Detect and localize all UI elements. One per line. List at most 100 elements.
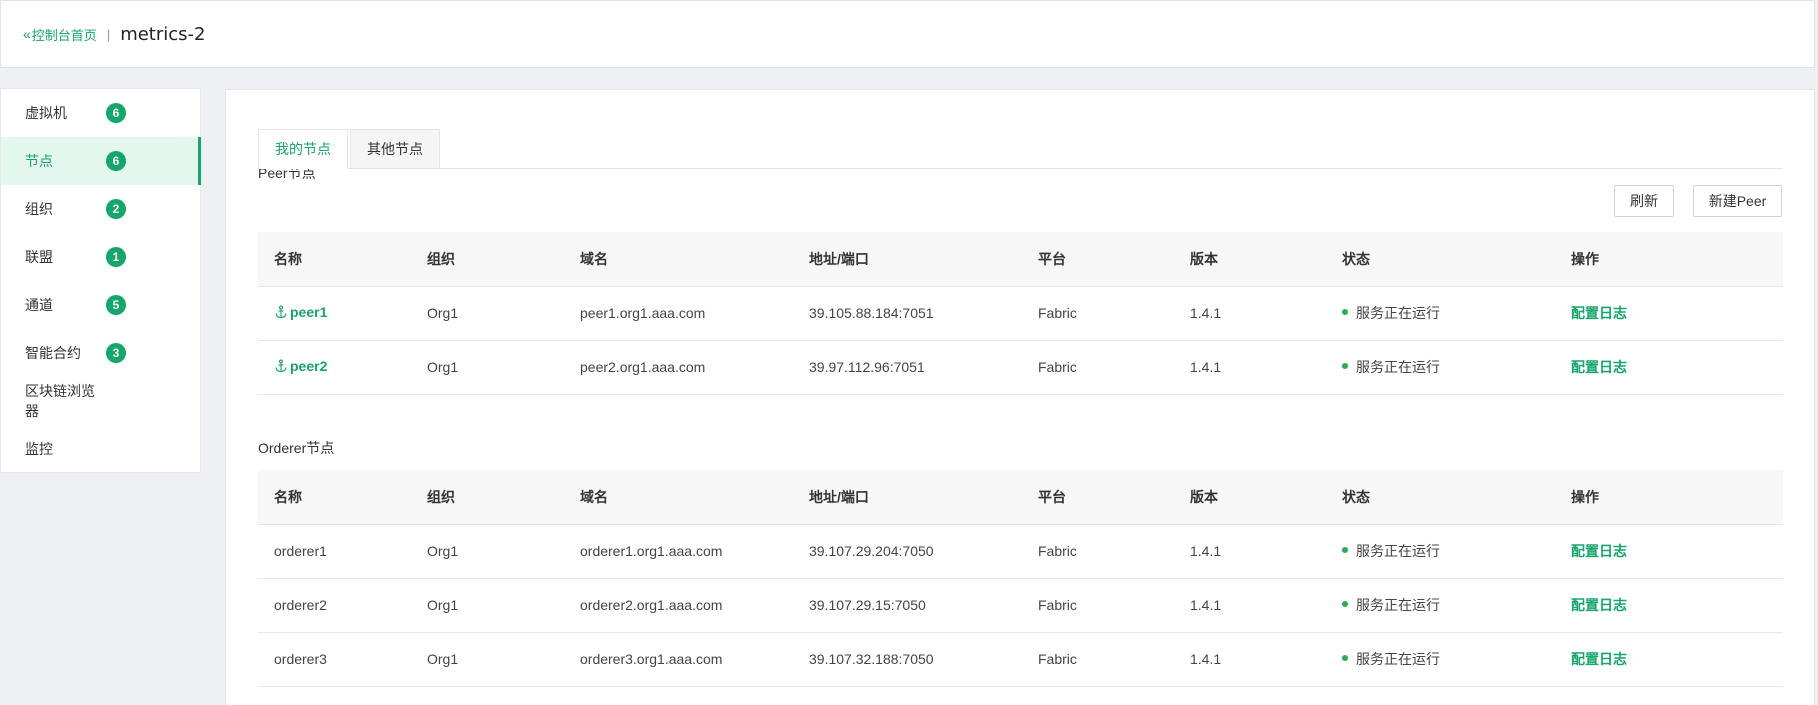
address-cell: 39.97.112.96:7051: [793, 340, 1022, 395]
column-header: 版本: [1174, 470, 1326, 525]
orderer-table: 名称 组织 域名 地址/端口 平台 版本 状态 操作 orderer1 Org1…: [258, 470, 1783, 687]
version-cell: 1.4.1: [1174, 632, 1326, 687]
sidebar-item-orgs[interactable]: 组织 2: [1, 185, 200, 233]
column-header: 平台: [1022, 470, 1174, 525]
sidebar-item-label: 组织: [25, 201, 53, 217]
column-header: 平台: [1022, 232, 1174, 287]
name-cell: orderer1: [258, 524, 411, 579]
sidebar-item-explorer[interactable]: 区块链浏览器: [1, 377, 200, 425]
status-cell: 服务正在运行: [1326, 340, 1555, 395]
tab-other-nodes[interactable]: 其他节点: [350, 129, 440, 169]
status-dot-icon: [1342, 547, 1348, 554]
sidebar-item-label: 通道: [25, 297, 53, 313]
status-text: 服务正在运行: [1356, 305, 1440, 321]
domain-cell: orderer3.org1.aaa.com: [564, 632, 793, 687]
table-row: orderer2 Org1 orderer2.org1.aaa.com 39.1…: [258, 578, 1783, 633]
peer-table: 名称 组织 域名 地址/端口 平台 版本 状态 操作 peer1 Org1 pe…: [258, 232, 1783, 395]
name-cell: orderer3: [258, 632, 411, 687]
version-cell: 1.4.1: [1174, 340, 1326, 395]
version-cell: 1.4.1: [1174, 286, 1326, 341]
column-header: 操作: [1555, 232, 1783, 287]
sidebar-item-label: 虚拟机: [25, 105, 67, 121]
domain-cell: orderer2.org1.aaa.com: [564, 578, 793, 633]
orderer-section-title: Orderer节点: [258, 440, 335, 456]
new-peer-button[interactable]: 新建Peer: [1693, 185, 1782, 217]
platform-cell: Fabric: [1022, 578, 1174, 633]
org-cell: Org1: [411, 524, 564, 579]
peer-name-label: peer1: [290, 304, 328, 320]
platform-cell: Fabric: [1022, 524, 1174, 579]
tab-divider: [258, 168, 1782, 169]
anchor-icon: [275, 305, 287, 319]
main-panel: 我的节点 其他节点 Peer节点 刷新 新建Peer 名称 组织 域名 地址/端…: [225, 89, 1815, 705]
config-log-link[interactable]: 配置日志: [1571, 651, 1627, 667]
anchor-icon: [275, 359, 287, 373]
sidebar-item-monitor[interactable]: 监控: [1, 425, 200, 473]
refresh-button[interactable]: 刷新: [1614, 185, 1674, 217]
column-header: 域名: [564, 232, 793, 287]
column-header: 名称: [258, 232, 411, 287]
address-cell: 39.105.88.184:7051: [793, 286, 1022, 341]
version-cell: 1.4.1: [1174, 524, 1326, 579]
tab-my-nodes[interactable]: 我的节点: [258, 129, 348, 169]
column-header: 域名: [564, 470, 793, 525]
status-text: 服务正在运行: [1356, 651, 1440, 667]
column-header: 地址/端口: [793, 232, 1022, 287]
status-dot-icon: [1342, 309, 1348, 316]
sidebar-item-consortium[interactable]: 联盟 1: [1, 233, 200, 281]
node-tabs: 我的节点 其他节点: [258, 129, 442, 169]
config-log-link[interactable]: 配置日志: [1571, 305, 1627, 321]
table-row: peer1 Org1 peer1.org1.aaa.com 39.105.88.…: [258, 286, 1783, 341]
sidebar-item-channels[interactable]: 通道 5: [1, 281, 200, 329]
platform-cell: Fabric: [1022, 632, 1174, 687]
domain-cell: orderer1.org1.aaa.com: [564, 524, 793, 579]
config-log-link[interactable]: 配置日志: [1571, 597, 1627, 613]
column-header: 版本: [1174, 232, 1326, 287]
count-badge: 1: [106, 247, 126, 267]
count-badge: 3: [106, 343, 126, 363]
count-badge: 6: [106, 103, 126, 123]
count-badge: 2: [106, 199, 126, 219]
peer-name-link[interactable]: peer1: [274, 304, 327, 320]
sidebar-item-label: 节点: [25, 153, 53, 169]
address-cell: 39.107.29.15:7050: [793, 578, 1022, 633]
table-row: orderer3 Org1 orderer3.org1.aaa.com 39.1…: [258, 632, 1783, 687]
org-cell: Org1: [411, 578, 564, 633]
sidebar-item-vm[interactable]: 虚拟机 6: [1, 89, 200, 137]
header-separator: |: [106, 26, 111, 42]
double-chevron-left-icon: «: [23, 26, 31, 42]
sidebar-item-label: 监控: [25, 441, 53, 457]
platform-cell: Fabric: [1022, 340, 1174, 395]
org-cell: Org1: [411, 340, 564, 395]
table-row: peer2 Org1 peer2.org1.aaa.com 39.97.112.…: [258, 340, 1783, 395]
page-title: metrics-2: [120, 23, 206, 45]
sidebar-item-nodes[interactable]: 节点 6: [1, 137, 201, 185]
peer-name-label: peer2: [290, 358, 328, 374]
status-cell: 服务正在运行: [1326, 578, 1555, 633]
org-cell: Org1: [411, 286, 564, 341]
status-text: 服务正在运行: [1356, 597, 1440, 613]
peer-name-link[interactable]: peer2: [274, 358, 327, 374]
column-header: 状态: [1326, 470, 1555, 525]
sidebar-item-contracts[interactable]: 智能合约 3: [1, 329, 200, 377]
status-dot-icon: [1342, 655, 1348, 662]
sidebar-item-label: 联盟: [25, 249, 53, 265]
org-cell: Org1: [411, 632, 564, 687]
sidebar: 虚拟机 6 节点 6 组织 2 联盟 1 通道 5 智能合约 3 区块链浏览器 …: [0, 88, 201, 473]
version-cell: 1.4.1: [1174, 578, 1326, 633]
count-badge: 6: [106, 151, 126, 171]
column-header: 组织: [411, 232, 564, 287]
sidebar-item-label: 区块链浏览器: [25, 383, 95, 419]
config-log-link[interactable]: 配置日志: [1571, 543, 1627, 559]
status-text: 服务正在运行: [1356, 543, 1440, 559]
count-badge: 5: [106, 295, 126, 315]
status-text: 服务正在运行: [1356, 359, 1440, 375]
back-to-console-link[interactable]: « 控制台首页: [23, 25, 97, 44]
table-header-row: 名称 组织 域名 地址/端口 平台 版本 状态 操作: [258, 470, 1783, 525]
back-to-console-label: 控制台首页: [31, 27, 97, 43]
name-cell: orderer2: [258, 578, 411, 633]
config-log-link[interactable]: 配置日志: [1571, 359, 1627, 375]
status-cell: 服务正在运行: [1326, 632, 1555, 687]
column-header: 状态: [1326, 232, 1555, 287]
domain-cell: peer2.org1.aaa.com: [564, 340, 793, 395]
